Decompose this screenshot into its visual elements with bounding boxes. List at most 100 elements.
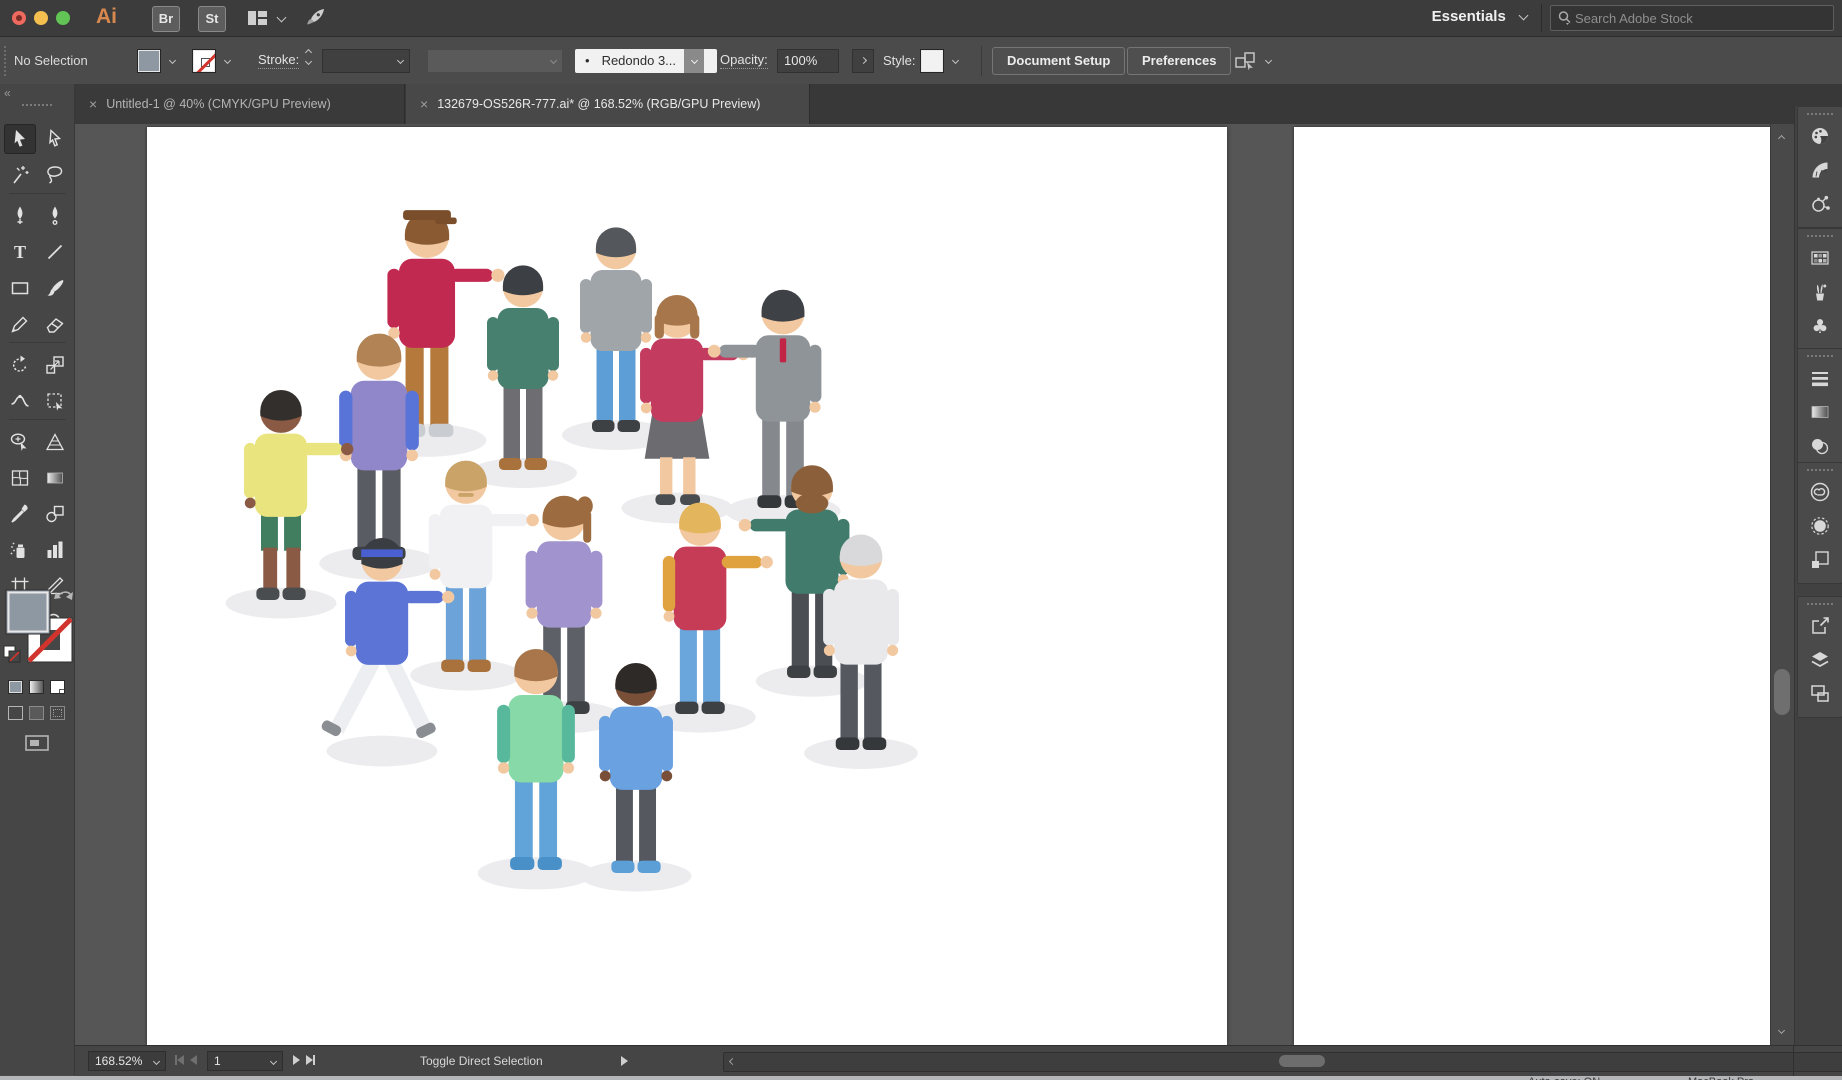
stroke-chevron-icon[interactable] (223, 56, 232, 65)
opacity-options-button[interactable] (852, 48, 874, 73)
touch-workspace-icon[interactable] (1233, 37, 1259, 84)
column-graph-tool[interactable] (39, 535, 71, 565)
close-window-button[interactable] (12, 11, 26, 25)
image-trace-panel-button[interactable] (1798, 509, 1842, 543)
none-mode-button[interactable] (50, 680, 65, 694)
stroke-color-swatch[interactable] (192, 37, 216, 84)
rectangle-tool[interactable] (4, 273, 36, 303)
brushes-panel-button[interactable] (1798, 275, 1842, 309)
draw-normal-button[interactable] (8, 706, 23, 720)
scroll-left-icon[interactable] (728, 1057, 737, 1066)
pencil-tool[interactable] (4, 309, 36, 339)
tab-close-icon[interactable]: × (89, 96, 97, 112)
next-artboard-button[interactable] (293, 1054, 300, 1068)
variable-width-profile-dropdown[interactable] (427, 48, 563, 73)
tab-untitled-1[interactable]: × Untitled-1 @ 40% (CMYK/GPU Preview) (75, 84, 405, 124)
swatches-panel-button[interactable] (1798, 241, 1842, 275)
panel-drag-handle[interactable] (1807, 355, 1833, 357)
screen-mode-button[interactable] (24, 734, 50, 757)
blend-tool[interactable] (39, 499, 71, 529)
fill-swatch-button[interactable] (5, 589, 51, 635)
stroke-weight-dropdown[interactable] (322, 48, 410, 73)
selection-tool[interactable] (4, 124, 37, 154)
stock-button[interactable]: St (198, 6, 226, 32)
scale-tool[interactable] (39, 350, 71, 380)
touch-workspace-chevron-icon[interactable] (1264, 56, 1273, 65)
panel-drag-handle[interactable] (1807, 469, 1833, 471)
eyedropper-tool[interactable] (4, 499, 36, 529)
opacity-panel-link[interactable]: Opacity: (720, 52, 768, 69)
stroke-weight-stepper[interactable] (304, 48, 313, 66)
panel-drag-handle[interactable] (1807, 235, 1833, 237)
first-artboard-button[interactable] (175, 1054, 184, 1068)
stroke-panel-button[interactable] (1798, 361, 1842, 395)
horizontal-scroll-thumb[interactable] (1279, 1055, 1325, 1067)
magic-wand-tool[interactable] (4, 160, 36, 190)
status-indicator[interactable]: Toggle Direct Selection (420, 1046, 543, 1076)
zoom-level-dropdown[interactable]: 168.52% (88, 1051, 166, 1071)
type-tool[interactable]: T (4, 237, 36, 267)
color-guide-panel-button[interactable] (1798, 153, 1842, 187)
gpu-performance-rocket-icon[interactable] (304, 7, 328, 34)
artboard-number-dropdown[interactable]: 1 (207, 1051, 283, 1071)
mesh-tool[interactable] (4, 463, 36, 493)
swap-fill-stroke-icon[interactable] (54, 591, 73, 600)
curvature-tool[interactable] (39, 201, 71, 231)
artboards-panel-button[interactable] (1798, 677, 1842, 711)
zoom-window-button[interactable] (56, 11, 70, 25)
stroke-panel-link[interactable]: Stroke: (258, 52, 300, 69)
vertical-scrollbar[interactable] (1770, 124, 1794, 1045)
panel-drag-handle[interactable] (1807, 113, 1833, 115)
canvas-area[interactable] (75, 124, 1794, 1045)
previous-artboard-button[interactable] (190, 1054, 197, 1068)
collapse-panel-icon[interactable]: « (4, 86, 11, 100)
stock-search[interactable] (1550, 5, 1834, 31)
default-fill-stroke-icon[interactable] (3, 645, 21, 663)
draw-inside-button[interactable] (50, 706, 65, 720)
line-segment-tool[interactable] (39, 237, 71, 267)
paintbrush-tool[interactable] (39, 273, 71, 303)
scroll-up-icon[interactable] (1777, 134, 1786, 143)
color-panel-button[interactable] (1798, 119, 1842, 153)
free-transform-tool[interactable] (39, 386, 71, 416)
tools-drag-handle[interactable] (22, 104, 52, 106)
cc-libraries-panel-button[interactable] (1798, 475, 1842, 509)
eraser-tool[interactable] (39, 309, 71, 339)
horizontal-scrollbar[interactable] (723, 1052, 1842, 1072)
pen-tool[interactable] (4, 201, 36, 231)
export-panel-button[interactable] (1798, 609, 1842, 643)
style-swatch[interactable] (920, 37, 944, 84)
perspective-grid-tool[interactable] (39, 427, 71, 457)
gradient-panel-panel-button[interactable] (1798, 395, 1842, 429)
asset-export-panel-button[interactable] (1798, 543, 1842, 577)
bridge-button[interactable]: Br (152, 6, 180, 32)
transparency-panel-button[interactable] (1798, 429, 1842, 463)
symbols-panel-button[interactable]: ♣ (1798, 309, 1842, 343)
brush-definition-dropdown[interactable]: • Redondo 3... (575, 48, 717, 73)
shape-builder-tool[interactable] (4, 427, 36, 457)
style-chevron-icon[interactable] (951, 56, 960, 65)
layers-panel-button[interactable] (1798, 643, 1842, 677)
opacity-input[interactable]: 100% (777, 48, 839, 73)
minimize-window-button[interactable] (34, 11, 48, 25)
tab-132679-os526r[interactable]: × 132679-OS526R-777.ai* @ 168.52% (RGB/G… (406, 84, 810, 124)
panel-drag-handle[interactable] (1807, 603, 1833, 605)
preferences-button[interactable]: Preferences (1127, 46, 1232, 75)
gradient-tool[interactable] (39, 463, 71, 493)
document-setup-button[interactable]: Document Setup (992, 46, 1126, 75)
symbol-sprayer-tool[interactable] (4, 535, 36, 565)
draw-behind-button[interactable] (29, 706, 44, 720)
gradient-mode-button[interactable] (29, 680, 44, 694)
color-mode-button[interactable] (8, 680, 23, 694)
rotate-tool[interactable] (4, 350, 36, 380)
recolor-artwork-panel-button[interactable] (1798, 187, 1842, 221)
lasso-tool[interactable] (39, 160, 71, 190)
vertical-scroll-thumb[interactable] (1774, 669, 1790, 715)
status-options-button[interactable] (621, 1046, 628, 1076)
fill-color-swatch[interactable] (137, 37, 161, 84)
tab-close-icon[interactable]: × (420, 96, 428, 112)
fill-chevron-icon[interactable] (168, 56, 177, 65)
arrange-documents-icon[interactable] (246, 7, 270, 34)
last-artboard-button[interactable] (306, 1054, 315, 1068)
search-input[interactable] (1573, 9, 1827, 27)
